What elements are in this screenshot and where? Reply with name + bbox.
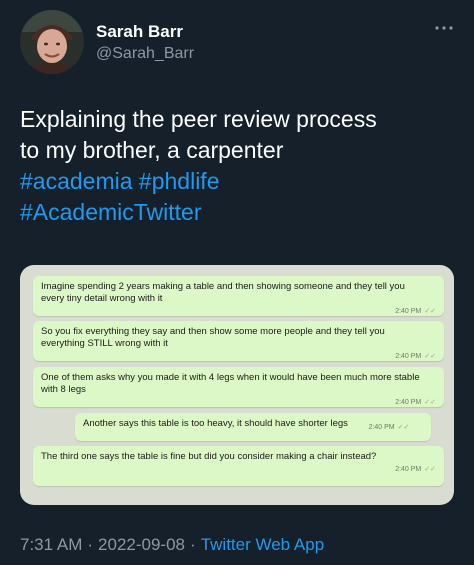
chat-message: Imagine spending 2 years making a table … (33, 276, 444, 316)
hashtag-row: #academia #phdlife (20, 166, 460, 197)
tweet-source-link[interactable]: Twitter Web App (201, 535, 324, 554)
double-check-icon: ✓✓ (424, 466, 436, 473)
message-meta: 2:40 PM ✓✓ (41, 398, 436, 407)
hashtag-academia[interactable]: #academia (20, 168, 133, 194)
tweet-timestamp: 7:31 AM · 2022-09-08 · Twitter Web App (20, 534, 324, 556)
message-text: The third one says the table is fine but… (41, 451, 377, 462)
message-meta: 2:40 PM ✓✓ (369, 423, 410, 432)
tweet-text: Explaining the peer review process to my… (20, 104, 460, 228)
display-name[interactable]: Sarah Barr (96, 22, 194, 42)
separator: · (87, 535, 94, 554)
hashtag-row: #AcademicTwitter (20, 197, 460, 228)
message-text: Another says this table is too heavy, it… (83, 418, 348, 429)
user-info[interactable]: Sarah Barr @Sarah_Barr (96, 22, 194, 64)
message-text: One of them asks why you made it with 4 … (41, 372, 420, 395)
hashtag-academictwitter[interactable]: #AcademicTwitter (20, 199, 202, 225)
double-check-icon: ✓✓ (424, 353, 436, 360)
message-time: 2:40 PM (368, 424, 395, 431)
tweet-date[interactable]: 2022-09-08 (98, 535, 185, 554)
double-check-icon: ✓✓ (397, 424, 410, 431)
hashtag-phdlife[interactable]: #phdlife (139, 168, 220, 194)
message-time: 2:40 PM (395, 399, 422, 406)
chat-message: So you fix everything they say and then … (33, 321, 444, 361)
message-meta: 2:40 PM ✓✓ (41, 352, 436, 361)
chat-message: Another says this table is too heavy, it… (75, 413, 431, 441)
message-meta: 2:40 PM ✓✓ (41, 307, 436, 316)
double-check-icon: ✓✓ (424, 308, 436, 315)
chat-message: The third one says the table is fine but… (33, 446, 444, 486)
message-time: 2:40 PM (395, 466, 422, 473)
tweet-time[interactable]: 7:31 AM (20, 535, 82, 554)
tweet-text-line: Explaining the peer review process (20, 106, 377, 132)
tweet-header: Sarah Barr @Sarah_Barr (20, 10, 454, 76)
handle[interactable]: @Sarah_Barr (96, 44, 194, 64)
chat-screenshot-image[interactable]: Imagine spending 2 years making a table … (20, 265, 454, 505)
double-check-icon: ✓✓ (424, 399, 436, 406)
chat-message: One of them asks why you made it with 4 … (33, 367, 444, 407)
tweet-text-line: to my brother, a carpenter (20, 137, 284, 163)
message-time: 2:40 PM (395, 308, 422, 315)
message-meta: 2:40 PM ✓✓ (41, 465, 436, 474)
separator: · (190, 535, 196, 554)
message-time: 2:40 PM (395, 353, 422, 360)
avatar-image (20, 10, 84, 74)
more-dots-icon[interactable] (434, 22, 454, 32)
avatar[interactable] (20, 10, 84, 74)
message-text: Imagine spending 2 years making a table … (41, 281, 405, 304)
message-text: So you fix everything they say and then … (41, 326, 385, 349)
